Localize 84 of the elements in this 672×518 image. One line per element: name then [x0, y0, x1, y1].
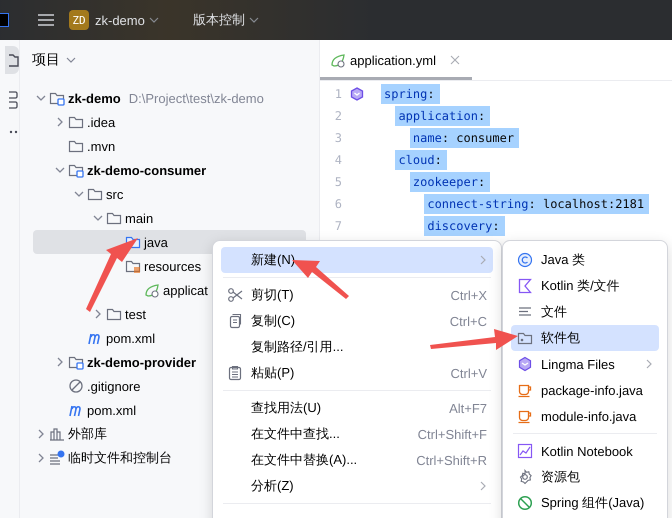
folder-icon [106, 210, 122, 226]
project-view-selector[interactable]: 项目 [32, 51, 76, 69]
vcs-menu[interactable]: 版本控制 [186, 7, 265, 33]
editor-tab[interactable]: application.yml [320, 40, 472, 80]
lingma-icon [517, 356, 533, 372]
tree-item[interactable]: zk-demo D:\Project\test\zk-demo [33, 86, 306, 110]
chevron-down-icon[interactable] [55, 165, 65, 175]
menu-item[interactable]: 文件 [511, 299, 659, 325]
tree-item[interactable]: zk-demo-consumer [33, 158, 306, 182]
line-number: 2 [334, 109, 342, 123]
cup-icon [517, 408, 533, 424]
copy-icon [227, 313, 243, 329]
menu-item[interactable]: Spring 组件(Java) [511, 490, 659, 516]
menu-item[interactable]: 在文件中查找... Ctrl+Shift+F [221, 421, 493, 447]
menu-item[interactable]: 资源包 [511, 464, 659, 490]
menu-item[interactable]: 在文件中替换(A)... Ctrl+Shift+R [221, 447, 493, 473]
chart-icon [517, 443, 533, 459]
folder-icon [49, 90, 65, 106]
folder-icon [87, 186, 103, 202]
folder-icon [68, 354, 84, 370]
tree-item[interactable]: main [33, 206, 306, 230]
folder-icon [125, 258, 141, 274]
project-badge: ZD [69, 10, 89, 30]
menu-item[interactable]: Java 类 [511, 247, 659, 273]
chevron-down-icon [66, 57, 76, 63]
line-number: 3 [334, 131, 342, 145]
tree-item[interactable]: src [33, 182, 306, 206]
lingma-icon[interactable] [350, 87, 364, 101]
menu-item[interactable]: module-info.java [511, 403, 659, 429]
menu-item[interactable]: 查找用法(U) Alt+F7 [221, 395, 493, 421]
chevron-right-icon[interactable] [55, 357, 65, 367]
tree-item[interactable]: .idea [33, 110, 306, 134]
menu-item[interactable]: 新建(N) [221, 247, 493, 273]
menu-icon[interactable] [37, 13, 55, 27]
line-number: 6 [334, 197, 342, 211]
leaf-icon [330, 52, 346, 68]
menu-item[interactable]: Lingma Files [511, 351, 659, 377]
menu-item[interactable]: Kotlin Notebook [511, 438, 659, 464]
package-folder-icon [517, 330, 533, 346]
tree-item[interactable]: .mvn [33, 134, 306, 158]
chevron-down-icon [148, 17, 159, 23]
leaf-icon [144, 282, 160, 298]
menu-item[interactable]: 分析(Z) [221, 473, 493, 499]
folder-icon [106, 306, 122, 322]
line-number: 1 [334, 87, 342, 101]
folder-icon [9, 53, 19, 67]
line-number: 7 [334, 219, 342, 233]
gear-icon [517, 469, 533, 485]
close-icon[interactable] [450, 55, 460, 65]
project-switcher[interactable]: zk-demo [89, 8, 165, 32]
chevron-right-icon[interactable] [36, 453, 46, 463]
more-icon[interactable] [9, 130, 19, 134]
menu-item[interactable]: 剪切(T) Ctrl+X [221, 282, 493, 308]
menu-item[interactable]: 软件包 [511, 325, 659, 351]
chevron-down-icon[interactable] [36, 93, 46, 103]
cup-icon [517, 382, 533, 398]
chevron-right-icon[interactable] [55, 117, 65, 127]
menu-item[interactable]: 复制路径/引用... [221, 334, 493, 360]
folder-icon [68, 138, 84, 154]
chevron-down-icon[interactable] [93, 213, 103, 223]
menu-item[interactable]: Kotlin 类/文件 [511, 273, 659, 299]
chevron-down-icon [248, 17, 259, 23]
project-tool-button[interactable] [5, 46, 19, 74]
line-number: 4 [334, 153, 342, 167]
scratch-icon [49, 450, 65, 466]
clipboard-icon [227, 365, 243, 381]
prohibited-icon [517, 495, 533, 511]
chevron-right-icon[interactable] [36, 429, 46, 439]
kotlin-icon [517, 278, 533, 294]
app-logo-icon [0, 13, 9, 27]
chevron-right-icon[interactable] [93, 309, 103, 319]
folder-icon [68, 114, 84, 130]
scissors-icon [227, 287, 243, 303]
class-c-icon [517, 252, 533, 268]
line-number: 5 [334, 175, 342, 189]
library-icon [49, 426, 65, 442]
prohibited-icon [68, 378, 84, 394]
folder-icon [68, 162, 84, 178]
chevron-down-icon[interactable] [74, 189, 84, 199]
menu-item[interactable]: 复制(C) Ctrl+C [221, 308, 493, 334]
menu-item[interactable]: 粘贴(P) Ctrl+V [221, 360, 493, 386]
menu-item[interactable]: package-info.java [511, 377, 659, 403]
structure-icon[interactable] [9, 90, 19, 110]
project-path: D:\Project\test\zk-demo [128, 90, 264, 106]
